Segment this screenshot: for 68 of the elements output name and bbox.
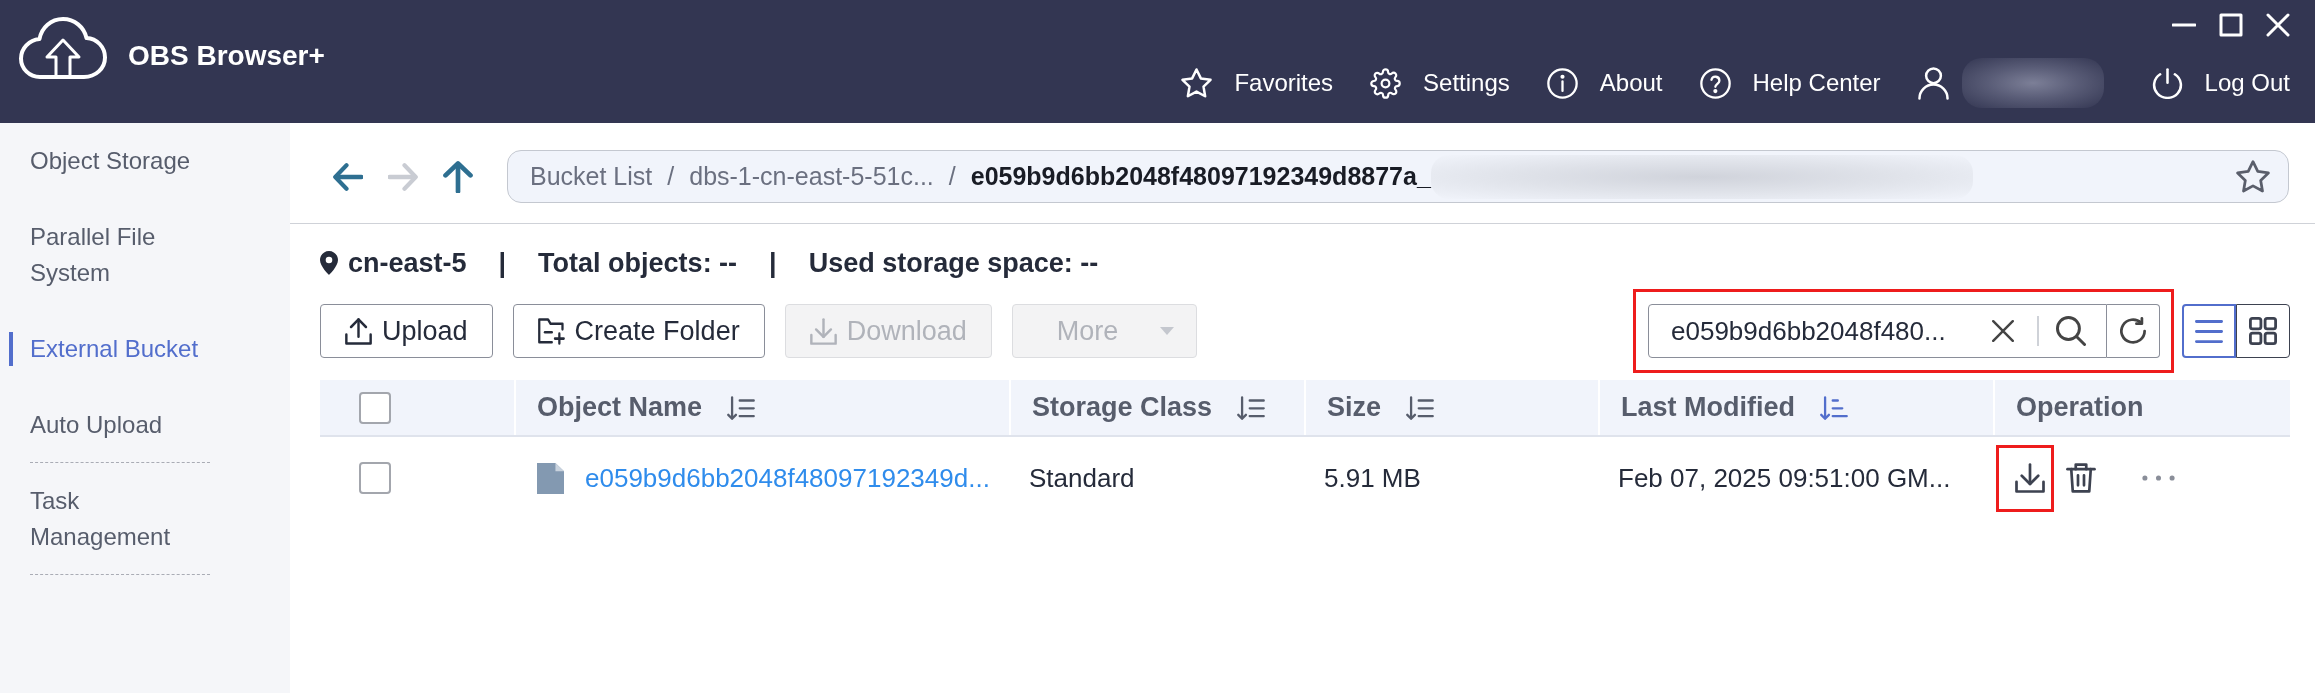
- header-nav-link[interactable]: Settings: [1370, 67, 1510, 99]
- grid-icon: [2249, 317, 2277, 345]
- app-title: OBS Browser+: [128, 39, 325, 73]
- help-icon: [1699, 67, 1731, 99]
- sidebar-item[interactable]: Object Storage: [0, 123, 290, 199]
- file-name-link[interactable]: e059b9d6bb2048f48097192349d...: [585, 458, 990, 498]
- upload-icon: [345, 317, 372, 345]
- sort-icon[interactable]: [1237, 395, 1266, 420]
- header-nav-link[interactable]: Log Out: [2151, 67, 2290, 99]
- location-pin-icon: [320, 251, 338, 275]
- breadcrumb-link[interactable]: dbs-1-cn-east-5-51c...: [689, 157, 934, 196]
- folder-plus-icon: [537, 317, 565, 345]
- column-header[interactable]: Last Modified: [1598, 380, 1993, 435]
- info-icon: [1546, 67, 1578, 99]
- download-icon[interactable]: [2015, 463, 2045, 493]
- table-cell-text: Feb 07, 2025 09:51:00 GM...: [1617, 461, 1952, 495]
- stat-text: Used storage space: --: [808, 246, 1099, 280]
- column-header: Operation: [1993, 380, 2290, 435]
- grid-view-button[interactable]: [2236, 304, 2290, 358]
- trash-icon[interactable]: [2066, 463, 2096, 493]
- row-checkbox[interactable]: [359, 462, 391, 494]
- star-icon[interactable]: [2236, 159, 2270, 194]
- sidebar-item[interactable]: Auto Upload: [0, 387, 290, 463]
- column-header[interactable]: Storage Class: [1009, 380, 1304, 435]
- search-field[interactable]: e059b9d6bb2048f480...: [1648, 304, 2107, 358]
- clear-icon[interactable]: [1992, 320, 2014, 342]
- header-nav-link[interactable]: About: [1546, 67, 1663, 99]
- table-cell-text: 5.91 MB: [1323, 461, 1422, 495]
- breadcrumb-separator: /: [948, 160, 956, 192]
- table-cell-text: Standard: [1028, 461, 1136, 495]
- region-label: cn-east-5: [348, 246, 467, 280]
- sidebar-item[interactable]: Parallel File System: [0, 199, 290, 311]
- caret-icon: [1160, 327, 1175, 335]
- settings-icon: [1370, 67, 1402, 99]
- current-folder-name: e059b9d6bb2048f48097192349d8877a_: [970, 160, 1431, 192]
- power-icon: [2151, 67, 2183, 99]
- sidebar-item[interactable]: External Bucket: [0, 311, 290, 387]
- separator-text: |: [498, 246, 507, 280]
- star-icon: [1181, 67, 1213, 99]
- sidebar-item[interactable]: Task Management: [0, 463, 290, 575]
- breadcrumb-bar[interactable]: Bucket List / dbs-1-cn-east-5-51c... / e059b9d6bb2048f48097192349d8877a_: [507, 150, 2289, 203]
- close-icon[interactable]: [2266, 13, 2290, 37]
- column-header[interactable]: Object Name: [514, 380, 1009, 435]
- refresh-icon: [2120, 317, 2146, 345]
- list-icon: [2195, 319, 2223, 343]
- download-icon: [809, 317, 837, 345]
- breadcrumb-link[interactable]: Bucket List: [530, 157, 653, 196]
- back-arrow-icon[interactable]: [333, 162, 363, 191]
- sort-icon[interactable]: [727, 395, 756, 420]
- header-nav-link[interactable]: Help Center: [1699, 67, 1881, 99]
- refresh-button[interactable]: [2107, 304, 2160, 358]
- create-folder-button[interactable]: Create Folder: [512, 304, 765, 358]
- cloud-upload-icon: [18, 15, 108, 81]
- user-icon[interactable]: [1917, 66, 1949, 100]
- stat-text: Total objects: --: [538, 246, 738, 280]
- more-icon[interactable]: [2142, 475, 2175, 481]
- sort-icon[interactable]: [1406, 395, 1435, 420]
- search-icon[interactable]: [2056, 316, 2086, 346]
- sort-icon[interactable]: [1820, 395, 1848, 420]
- separator-text: |: [769, 246, 777, 280]
- select-all-checkbox[interactable]: [359, 391, 391, 424]
- list-view-button[interactable]: [2182, 304, 2236, 358]
- file-icon: [537, 462, 564, 494]
- breadcrumb-separator: /: [667, 160, 675, 192]
- maximize-icon[interactable]: [2219, 13, 2243, 37]
- header-nav-link[interactable]: Favorites: [1181, 67, 1334, 99]
- column-header[interactable]: Size: [1304, 380, 1598, 435]
- upload-button[interactable]: Upload: [320, 304, 493, 358]
